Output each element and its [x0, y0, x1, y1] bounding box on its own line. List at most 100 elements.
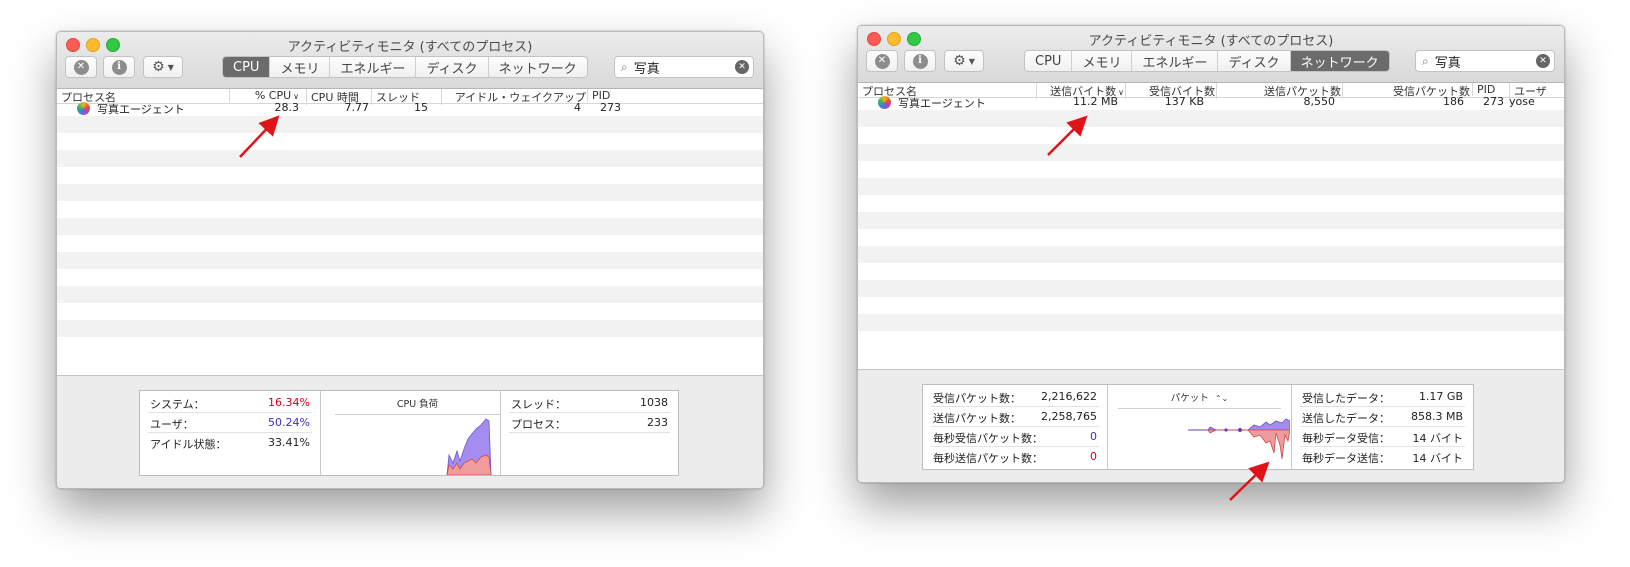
table-row-empty [57, 303, 763, 320]
table-row-empty [858, 178, 1564, 195]
data-sent-ps-stat: 毎秒データ送信： 14 バイト [1300, 447, 1465, 466]
data-recv-ps-label: 毎秒データ受信： [1302, 432, 1390, 445]
tab-energy[interactable]: エネルギー [1132, 51, 1219, 71]
table-row-empty [57, 184, 763, 201]
inspect-process-button[interactable]: i [103, 56, 135, 78]
network-summary-panel: 受信パケット数： 2,216,622 送信パケット数： 2,258,765 毎秒… [922, 384, 1474, 470]
idle-label: アイドル状態： [150, 438, 227, 451]
table-row-empty [858, 314, 1564, 331]
thread-count: 15 [414, 101, 428, 114]
tab-memory[interactable]: メモリ [270, 57, 331, 77]
activity-monitor-window-network: アクティビティモニタ (すべてのプロセス) ✕ i ⚙ ▼ CPU メモリ エネ… [857, 25, 1565, 483]
quit-process-button[interactable]: ✕ [866, 50, 898, 72]
recv-packets: 186 [1443, 95, 1464, 108]
data-recv-label: 受信したデータ： [1302, 392, 1390, 405]
cpu-summary-panel: システム： 16.34% ユーザ： 50.24% アイドル状態： 33.41% … [139, 390, 679, 476]
table-row-empty [858, 127, 1564, 144]
tab-cpu[interactable]: CPU [1025, 51, 1073, 71]
info-icon: i [111, 59, 127, 75]
system-stat: システム： 16.34% [148, 393, 312, 413]
network-summary-area: 受信パケット数： 2,216,622 送信パケット数： 2,258,765 毎秒… [858, 369, 1564, 482]
table-row-empty [57, 286, 763, 303]
table-row-empty [57, 167, 763, 184]
toolbar: アクティビティモニタ (すべてのプロセス) ✕ i ⚙ ▼ CPU メモリ エネ… [57, 32, 763, 89]
search-icon: ⌕ [1422, 53, 1429, 68]
table-row-empty [858, 144, 1564, 161]
recv-packets-value: 2,216,622 [1041, 390, 1097, 403]
data-recv-ps-stat: 毎秒データ受信： 14 バイト [1300, 427, 1465, 447]
table-row-empty [57, 235, 763, 252]
table-row-empty [57, 269, 763, 286]
tab-network[interactable]: ネットワーク [489, 57, 587, 77]
sent-packets-value: 2,258,765 [1041, 410, 1097, 423]
pid: 273 [600, 101, 621, 114]
clear-search-icon[interactable]: ✕ [1536, 54, 1550, 68]
photos-app-icon [878, 96, 891, 109]
close-circle-icon: ✕ [874, 53, 890, 69]
clear-search-icon[interactable]: ✕ [735, 60, 749, 74]
sent-pps-value: 0 [1090, 450, 1097, 463]
window-title: アクティビティモニタ (すべてのプロセス) [1088, 34, 1334, 49]
table-row-empty [858, 195, 1564, 212]
inspect-process-button[interactable]: i [904, 50, 936, 72]
table-row-empty [57, 133, 763, 150]
data-sent-label: 送信したデータ： [1302, 412, 1390, 425]
toolbar: アクティビティモニタ (すべてのプロセス) ✕ i ⚙ ▼ CPU メモリ エネ… [858, 26, 1564, 83]
search-input[interactable]: ⌕ 写真 ✕ [614, 56, 754, 78]
idle-value: 33.41% [268, 436, 310, 449]
table-row-empty [57, 320, 763, 337]
chevron-down-icon: ▼ [968, 56, 975, 66]
packets-graph [1188, 418, 1290, 460]
user-stat: ユーザ： 50.24% [148, 413, 312, 433]
photos-app-icon [77, 102, 90, 115]
packets-column: 受信パケット数： 2,216,622 送信パケット数： 2,258,765 毎秒… [923, 385, 1107, 469]
activity-monitor-window-cpu: アクティビティモニタ (すべてのプロセス) ✕ i ⚙ ▼ CPU メモリ エネ… [56, 31, 764, 489]
pid: 273 [1483, 95, 1504, 108]
process-table: 写真エージェント 28.3 7.77 15 4 273 [57, 99, 763, 357]
tab-disk[interactable]: ディスク [1218, 51, 1291, 71]
search-icon: ⌕ [621, 59, 628, 74]
gear-icon: ⚙ [152, 59, 165, 75]
sent-pps-label: 毎秒送信パケット数： [933, 452, 1043, 465]
table-row-empty [858, 280, 1564, 297]
process-name: 写真エージェント [898, 97, 986, 110]
table-row-empty [858, 297, 1564, 314]
search-input[interactable]: ⌕ 写真 ✕ [1415, 50, 1555, 72]
tab-bar: CPU メモリ エネルギー ディスク ネットワーク [1024, 50, 1390, 72]
packets-in-area [1207, 418, 1290, 431]
idle-wakeups: 4 [574, 101, 581, 114]
quit-process-button[interactable]: ✕ [65, 56, 97, 78]
recv-packets-stat: 受信パケット数： 2,216,622 [931, 387, 1099, 407]
cpu-percent: 28.3 [274, 101, 300, 114]
recv-pps-value: 0 [1090, 430, 1097, 443]
sent-bytes: 11.2 MB [1072, 95, 1118, 108]
window-title: アクティビティモニタ (すべてのプロセス) [287, 40, 533, 55]
tab-memory[interactable]: メモリ [1072, 51, 1133, 71]
action-menu-button[interactable]: ⚙ ▼ [143, 56, 183, 78]
table-row-empty [858, 229, 1564, 246]
action-menu-button[interactable]: ⚙ ▼ [944, 50, 984, 72]
tab-energy[interactable]: エネルギー [330, 57, 417, 77]
search-value: 写真 [1434, 55, 1461, 71]
user-value: 50.24% [268, 416, 310, 429]
data-sent-ps-label: 毎秒データ送信： [1302, 452, 1390, 465]
process-name: 写真エージェント [97, 103, 185, 116]
table-row-empty [858, 161, 1564, 178]
data-sent-value: 858.3 MB [1410, 410, 1463, 423]
threads-processes-column: スレッド： 1038 プロセス： 233 [500, 391, 678, 475]
gear-icon: ⚙ [953, 53, 966, 69]
user-name: yose [1509, 95, 1535, 108]
table-row-empty [858, 212, 1564, 229]
packets-out-area [1207, 429, 1290, 460]
data-sent-ps-value: 14 バイト [1412, 452, 1464, 465]
cpu-summary-area: システム： 16.34% ユーザ： 50.24% アイドル状態： 33.41% … [57, 375, 763, 488]
tab-disk[interactable]: ディスク [416, 57, 489, 77]
table-row-empty [858, 110, 1564, 127]
process-table: 写真エージェント 11.2 MB 137 KB 8,550 186 273 yo… [858, 93, 1564, 351]
tab-network[interactable]: ネットワーク [1290, 51, 1389, 71]
table-row-empty [57, 337, 763, 354]
table-row-empty [57, 218, 763, 235]
processes-stat: プロセス： 233 [509, 413, 670, 433]
tab-cpu[interactable]: CPU [223, 57, 271, 77]
table-row-empty [858, 246, 1564, 263]
